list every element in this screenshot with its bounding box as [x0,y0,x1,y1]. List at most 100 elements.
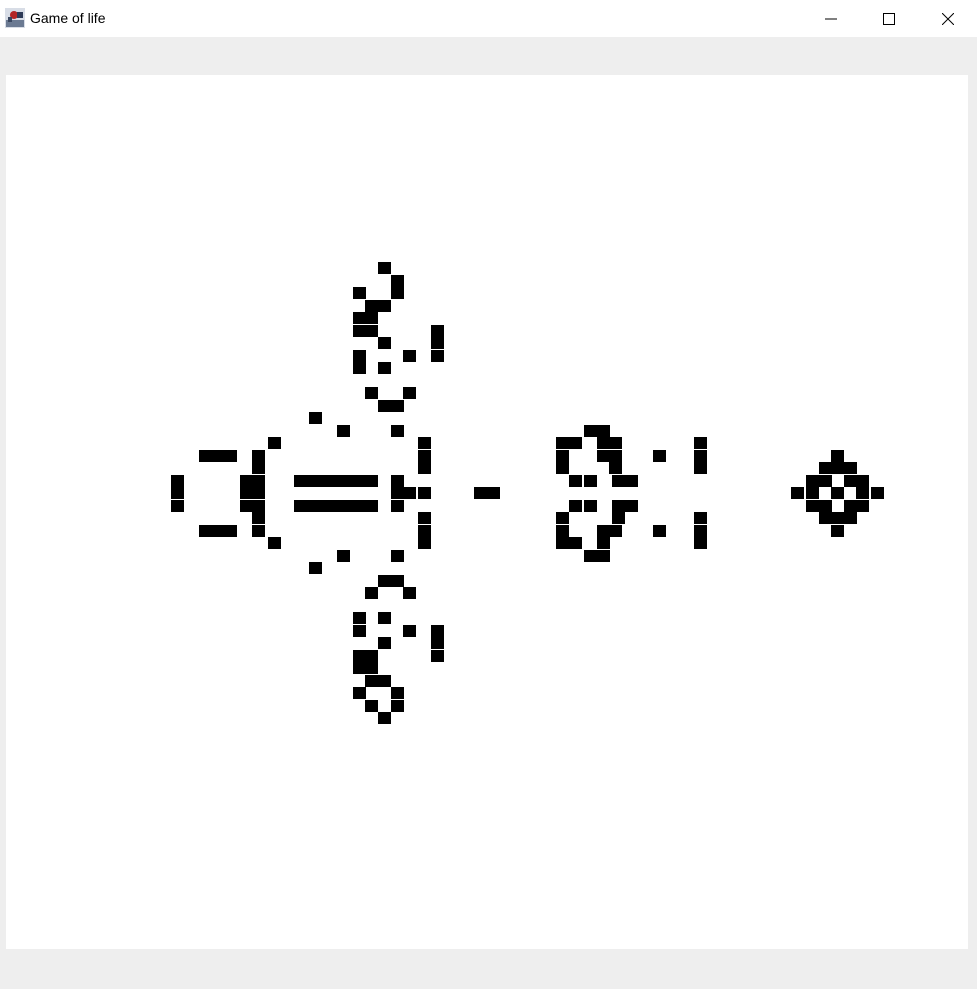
live-cell [390,687,404,699]
live-cell [402,387,416,399]
maximize-icon [883,12,895,25]
live-cell [430,650,444,662]
live-cell [596,537,610,549]
live-cell [402,350,416,362]
live-cell [336,550,350,562]
java-app-icon [5,8,25,28]
live-cell [583,425,597,437]
live-cell [608,462,622,474]
live-cell [364,675,378,687]
live-cell [870,487,884,499]
live-cell [430,637,444,649]
live-cell [417,450,431,462]
live-cell [308,412,322,424]
live-cell [818,500,832,512]
live-cell [624,500,638,512]
live-cell [843,462,857,474]
live-cell [223,525,237,537]
live-cell [251,525,265,537]
live-cell [377,575,391,587]
live-cell [583,475,597,487]
live-cell [555,537,569,549]
live-cell [170,475,184,487]
live-cell [377,262,391,274]
live-cell [251,450,265,462]
live-cell [377,712,391,724]
live-cell [596,550,610,562]
live-cell [251,512,265,524]
live-cell [652,450,666,462]
live-cell [390,275,404,287]
live-cell [417,462,431,474]
live-cell [402,487,416,499]
close-button[interactable] [919,0,977,37]
live-cell [336,425,350,437]
live-cell [267,537,281,549]
live-cell [843,512,857,524]
live-cell [417,487,431,499]
live-cell [364,300,378,312]
live-cell [830,512,844,524]
live-cell [555,437,569,449]
live-cell [555,450,569,462]
live-cell [608,437,622,449]
live-cell [611,500,625,512]
live-cell [364,662,378,674]
live-cell [251,462,265,474]
live-cell [805,487,819,499]
live-cell [223,450,237,462]
live-cell [352,287,366,299]
maximize-button[interactable] [860,0,918,37]
live-cell [352,362,366,374]
live-cell [390,475,404,487]
live-cell [555,462,569,474]
live-cell [417,525,431,537]
live-cell [352,687,366,699]
live-cell [390,400,404,412]
live-cell [430,350,444,362]
live-cell [251,500,265,512]
live-cell [390,550,404,562]
live-cell [611,475,625,487]
live-cell [170,487,184,499]
live-cell [693,512,707,524]
live-cell [473,487,487,499]
live-cell [390,500,404,512]
live-cell [377,337,391,349]
live-cell [611,512,625,524]
live-cell [608,450,622,462]
live-cell [652,525,666,537]
live-cell [198,450,212,462]
live-cell [855,487,869,499]
live-cell [402,587,416,599]
live-cell [352,625,366,637]
close-icon [942,12,954,25]
minimize-icon [825,18,837,19]
live-cell [364,312,378,324]
live-cell [402,625,416,637]
live-cell [377,300,391,312]
live-cell [486,487,500,499]
live-cell [390,700,404,712]
live-cell [364,700,378,712]
live-cell [364,500,378,512]
live-cell [417,537,431,549]
live-cell [170,500,184,512]
live-cell [390,575,404,587]
live-cell [430,337,444,349]
live-cell [583,550,597,562]
live-cell [364,475,378,487]
live-cell [693,525,707,537]
game-board[interactable] [6,75,968,949]
live-cell [390,425,404,437]
live-cell [308,562,322,574]
live-cell [430,325,444,337]
live-cell [377,675,391,687]
title-bar[interactable]: Game of life [0,0,977,37]
live-cell [417,512,431,524]
minimize-button[interactable] [802,0,860,37]
live-cell [430,625,444,637]
live-cell [830,462,844,474]
live-cell [805,500,819,512]
live-cell [790,487,804,499]
